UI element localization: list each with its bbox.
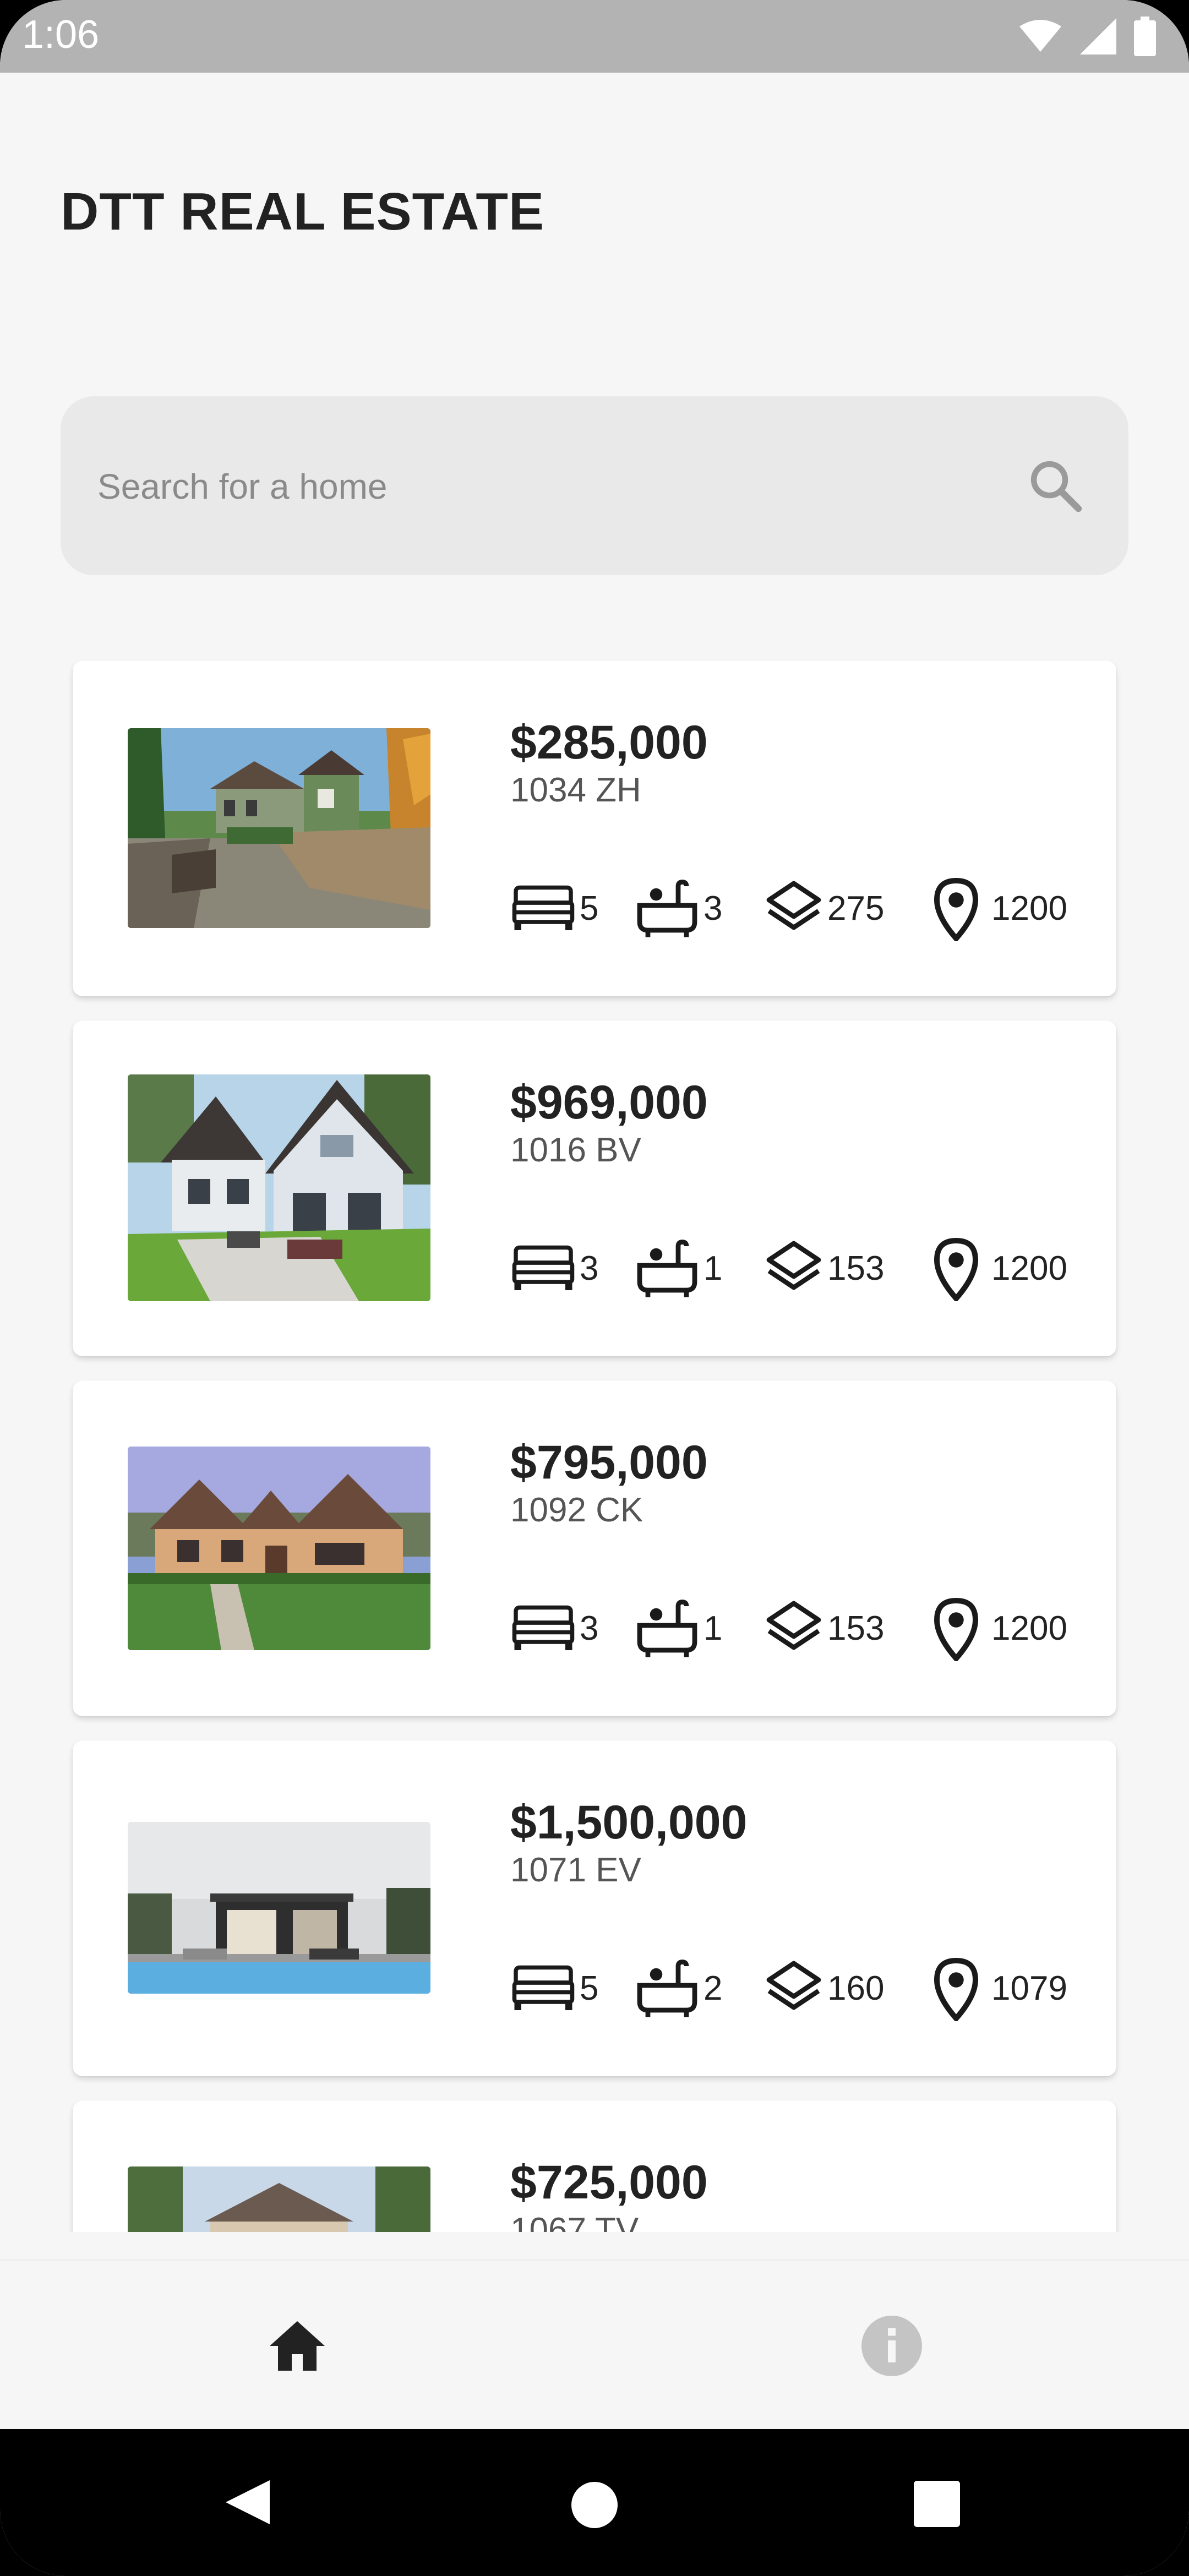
house-stats: 3 1 153 1200: [510, 1235, 1083, 1301]
distance-value: 1200: [991, 1609, 1067, 1647]
bathrooms-stat: 2: [634, 1955, 722, 2021]
house-zip: 1034 ZH: [510, 771, 641, 809]
house-zip: 1067 TV: [510, 2211, 639, 2232]
house-price: $285,000: [510, 716, 708, 769]
house-card[interactable]: $795,000 1092 CK 3 1 153 1200: [73, 1380, 1116, 1716]
status-icons: [1018, 14, 1156, 58]
distance-stat: 1200: [929, 875, 1067, 941]
location-pin-icon: [934, 1597, 979, 1661]
bedrooms-stat: 3: [510, 1595, 598, 1661]
size-value: 153: [827, 1609, 885, 1647]
distance-value: 1200: [991, 1249, 1067, 1287]
size-value: 275: [827, 889, 885, 927]
bed-icon: [512, 1605, 575, 1650]
bedrooms-value: 5: [580, 1969, 599, 2007]
house-price: $795,000: [510, 1436, 708, 1489]
bedrooms-stat: 3: [510, 1235, 598, 1301]
search-icon[interactable]: [1027, 457, 1084, 515]
bedrooms-value: 5: [580, 889, 599, 927]
bathrooms-value: 1: [703, 1609, 723, 1647]
bathrooms-stat: 3: [634, 875, 722, 941]
location-pin-icon: [934, 877, 979, 941]
house-image: [128, 1074, 430, 1301]
battery-icon: [1134, 17, 1156, 56]
distance-stat: 1079: [929, 1955, 1067, 2021]
house-zip: 1016 BV: [510, 1131, 641, 1169]
house-card[interactable]: $285,000 1034 ZH 5 3 275 1200: [73, 661, 1116, 996]
house-stats: 3 1 153 1200: [510, 1595, 1083, 1661]
house-card[interactable]: $725,000 1067 TV: [73, 2100, 1116, 2232]
house-zip: 1071 EV: [510, 1851, 641, 1889]
house-image: [128, 2166, 430, 2232]
page-title: DTT REAL ESTATE: [61, 182, 544, 241]
size-stat: 153: [763, 1595, 884, 1661]
system-navigation-bar: [0, 2429, 1189, 2576]
house-image: [128, 1447, 430, 1650]
bathtub-icon: [637, 1600, 697, 1657]
bathrooms-value: 2: [703, 1969, 723, 2007]
wifi-icon: [1019, 20, 1061, 52]
house-list[interactable]: $285,000 1034 ZH 5 3 275 1200 $969,000 1…: [0, 644, 1189, 2232]
house-price: $969,000: [510, 1076, 708, 1129]
info-icon[interactable]: [859, 2313, 925, 2379]
layers-icon: [766, 1241, 821, 1290]
layers-icon: [766, 1601, 821, 1650]
status-bar: 1:06: [0, 0, 1189, 73]
size-value: 160: [827, 1969, 885, 2007]
bathrooms-stat: 1: [634, 1595, 722, 1661]
size-stat: 160: [763, 1955, 884, 2021]
size-stat: 275: [763, 875, 884, 941]
bedrooms-value: 3: [580, 1249, 599, 1287]
bed-icon: [512, 1245, 575, 1290]
bathrooms-value: 3: [703, 889, 723, 927]
bottom-navigation: [0, 2260, 1189, 2430]
house-stats: 5 2 160 1079: [510, 1955, 1083, 2021]
app-screen: 1:06 DTT REAL ESTATE Search for a home $…: [0, 0, 1189, 2576]
layers-icon: [766, 1961, 821, 2010]
location-pin-icon: [934, 1957, 979, 2021]
location-pin-icon: [934, 1237, 979, 1301]
house-price: $1,500,000: [510, 1796, 748, 1849]
back-icon[interactable]: [223, 2477, 272, 2527]
size-stat: 153: [763, 1235, 884, 1301]
bed-icon: [512, 885, 575, 930]
bathtub-icon: [637, 880, 697, 937]
distance-stat: 1200: [929, 1595, 1067, 1661]
bathtub-icon: [637, 1240, 697, 1297]
layers-icon: [766, 881, 821, 930]
bathtub-icon: [637, 1960, 697, 2017]
house-image: [128, 728, 430, 928]
recent-apps-icon[interactable]: [914, 2481, 960, 2527]
bedrooms-stat: 5: [510, 1955, 598, 2021]
house-zip: 1092 CK: [510, 1491, 643, 1529]
distance-stat: 1200: [929, 1235, 1067, 1301]
search-bar[interactable]: [61, 396, 1128, 576]
bathrooms-stat: 1: [634, 1235, 722, 1301]
bed-icon: [512, 1965, 575, 2010]
bathrooms-value: 1: [703, 1249, 723, 1287]
search-input[interactable]: [96, 396, 979, 576]
signal-icon: [1080, 18, 1116, 54]
size-value: 153: [827, 1249, 885, 1287]
house-card[interactable]: $969,000 1016 BV 3 1 153 1200: [73, 1020, 1116, 1356]
house-card[interactable]: $1,500,000 1071 EV 5 2 160 1079: [73, 1740, 1116, 2076]
bedrooms-stat: 5: [510, 875, 598, 941]
house-price: $725,000: [510, 2156, 708, 2209]
distance-value: 1079: [991, 1969, 1067, 2007]
house-stats: 5 3 275 1200: [510, 875, 1083, 941]
house-image: [128, 1822, 430, 1994]
home-icon[interactable]: [264, 2313, 330, 2379]
home-circle-icon[interactable]: [570, 2481, 619, 2529]
bedrooms-value: 3: [580, 1609, 599, 1647]
status-time: 1:06: [22, 13, 100, 57]
distance-value: 1200: [991, 889, 1067, 927]
